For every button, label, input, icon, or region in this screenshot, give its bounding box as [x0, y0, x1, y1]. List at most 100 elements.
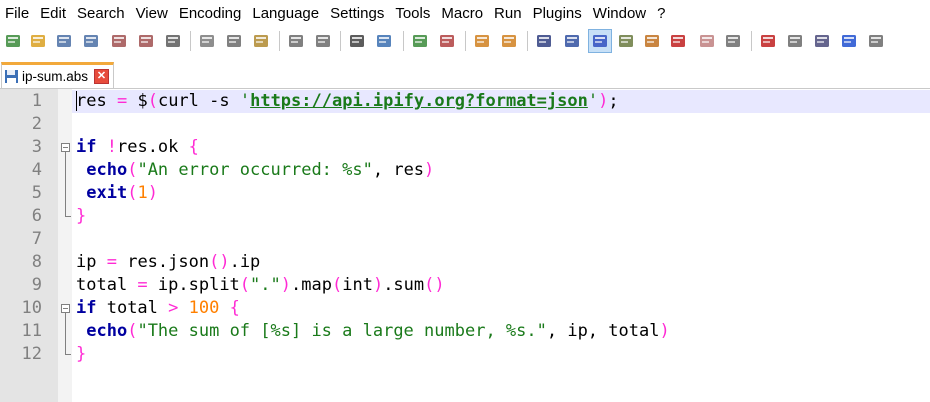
replace-button[interactable] — [373, 30, 395, 52]
close-icon — [110, 32, 128, 50]
code-line[interactable]: 8 ip = res.json().ip — [0, 251, 930, 274]
menu-language[interactable]: Language — [247, 0, 325, 28]
undo-button[interactable] — [285, 30, 307, 52]
code-token: ) — [659, 321, 670, 341]
sync-horizontal-button[interactable] — [498, 30, 520, 52]
stop-record-button[interactable] — [784, 30, 806, 52]
close-button[interactable] — [108, 30, 130, 52]
menu-macro[interactable]: Macro — [436, 0, 489, 28]
save-all-button[interactable] — [80, 30, 102, 52]
line-number: 3 — [31, 137, 42, 157]
new-file-icon — [4, 32, 22, 50]
menu-search[interactable]: Search — [72, 0, 131, 28]
code-token: ; — [608, 91, 619, 111]
code-line[interactable]: 7 — [0, 228, 930, 251]
show-all-chars-button[interactable] — [561, 30, 583, 52]
code-line[interactable]: 11 echo("The sum of [%s] is a large numb… — [0, 320, 930, 343]
zoom-out-icon — [438, 32, 456, 50]
code-token: .ip — [229, 252, 261, 272]
code-line[interactable]: 6} — [0, 205, 930, 228]
print-button[interactable] — [162, 30, 184, 52]
menu-help[interactable]: ? — [652, 0, 671, 28]
code-line[interactable]: 1 res = $(curl -s 'https://api.ipify.org?… — [0, 90, 930, 113]
zoom-out-button[interactable] — [436, 30, 458, 52]
code-line[interactable]: 5 exit(1) — [0, 182, 930, 205]
fold-toggle-icon[interactable] — [61, 304, 70, 313]
copy-icon — [225, 32, 243, 50]
line-number: 12 — [21, 344, 42, 364]
sync-vertical-icon — [473, 32, 491, 50]
doc-map-button[interactable] — [641, 30, 663, 52]
code-token: ) — [372, 275, 384, 295]
code-token: ip.split — [147, 275, 240, 295]
copy-button[interactable] — [223, 30, 245, 52]
tab-title: ip-sum.abs — [22, 69, 89, 84]
zoom-in-button[interactable] — [409, 30, 431, 52]
code-token: echo — [86, 321, 128, 341]
code-line[interactable]: 9 total = ip.split(".").map(int).sum() — [0, 274, 930, 297]
sync-vertical-button[interactable] — [471, 30, 493, 52]
code-line[interactable]: 3 if !res.ok { — [0, 136, 930, 159]
code-line[interactable]: 2 — [0, 113, 930, 136]
menu-edit[interactable]: Edit — [35, 0, 72, 28]
toolbar-separator — [527, 31, 528, 51]
run-macro-multiple-button[interactable] — [838, 30, 860, 52]
code-token: int — [342, 275, 373, 295]
play-macro-button[interactable] — [811, 30, 833, 52]
paste-button[interactable] — [250, 30, 272, 52]
toolbar-separator — [340, 31, 341, 51]
close-tab-icon[interactable]: ✕ — [94, 69, 109, 84]
tab-bar: ip-sum.abs ✕ — [0, 58, 930, 89]
cut-button[interactable] — [196, 30, 218, 52]
code-token: ( — [127, 183, 138, 203]
menu-view[interactable]: View — [131, 0, 174, 28]
folder-workspace-button[interactable] — [696, 30, 718, 52]
function-list-icon — [669, 32, 687, 50]
save-macro-button[interactable] — [865, 30, 887, 52]
indent-guide-button[interactable] — [588, 29, 612, 53]
word-wrap-button[interactable] — [533, 30, 555, 52]
code-token: echo — [86, 160, 128, 180]
code-line[interactable]: 12} — [0, 343, 930, 366]
menu-run[interactable]: Run — [489, 0, 528, 28]
line-number: 9 — [31, 275, 42, 295]
new-file-button[interactable] — [2, 30, 24, 52]
code-token: ip — [76, 252, 107, 272]
menu-encoding[interactable]: Encoding — [174, 0, 248, 28]
monitor-button[interactable] — [722, 30, 744, 52]
code-token: res — [76, 91, 117, 111]
stop-record-icon — [786, 32, 804, 50]
find-button[interactable] — [346, 30, 368, 52]
code-token: , res — [372, 160, 425, 180]
tab-ip-sum[interactable]: ip-sum.abs ✕ — [1, 62, 114, 88]
close-all-button[interactable] — [135, 30, 157, 52]
code-token: { — [229, 298, 240, 318]
redo-button[interactable] — [312, 30, 334, 52]
code-token: ( — [147, 91, 158, 111]
saved-file-icon — [4, 69, 19, 84]
line-number: 5 — [31, 183, 42, 203]
menu-tools[interactable]: Tools — [390, 0, 436, 28]
word-wrap-icon — [535, 32, 553, 50]
code-line[interactable]: 4 echo("An error occurred: %s", res) — [0, 159, 930, 182]
code-editor[interactable]: 1 res = $(curl -s 'https://api.ipify.org?… — [0, 89, 930, 402]
fold-toggle-icon[interactable] — [61, 143, 70, 152]
user-language-button[interactable] — [615, 30, 637, 52]
menu-window[interactable]: Window — [588, 0, 652, 28]
record-macro-button[interactable] — [757, 30, 779, 52]
open-file-button[interactable] — [27, 30, 49, 52]
menu-settings[interactable]: Settings — [325, 0, 390, 28]
code-token: , ip, total — [546, 321, 660, 341]
code-text: echo("An error occurred: %s", res) — [72, 159, 930, 182]
code-token: > — [168, 298, 179, 318]
toolbar-separator — [751, 31, 752, 51]
sync-horizontal-icon — [500, 32, 518, 50]
function-list-button[interactable] — [667, 30, 689, 52]
save-button[interactable] — [53, 30, 75, 52]
code-token: ) — [598, 91, 609, 111]
code-line[interactable]: 10 if total > 100 { — [0, 297, 930, 320]
menu-file[interactable]: File — [0, 0, 35, 28]
menu-plugins[interactable]: Plugins — [528, 0, 588, 28]
